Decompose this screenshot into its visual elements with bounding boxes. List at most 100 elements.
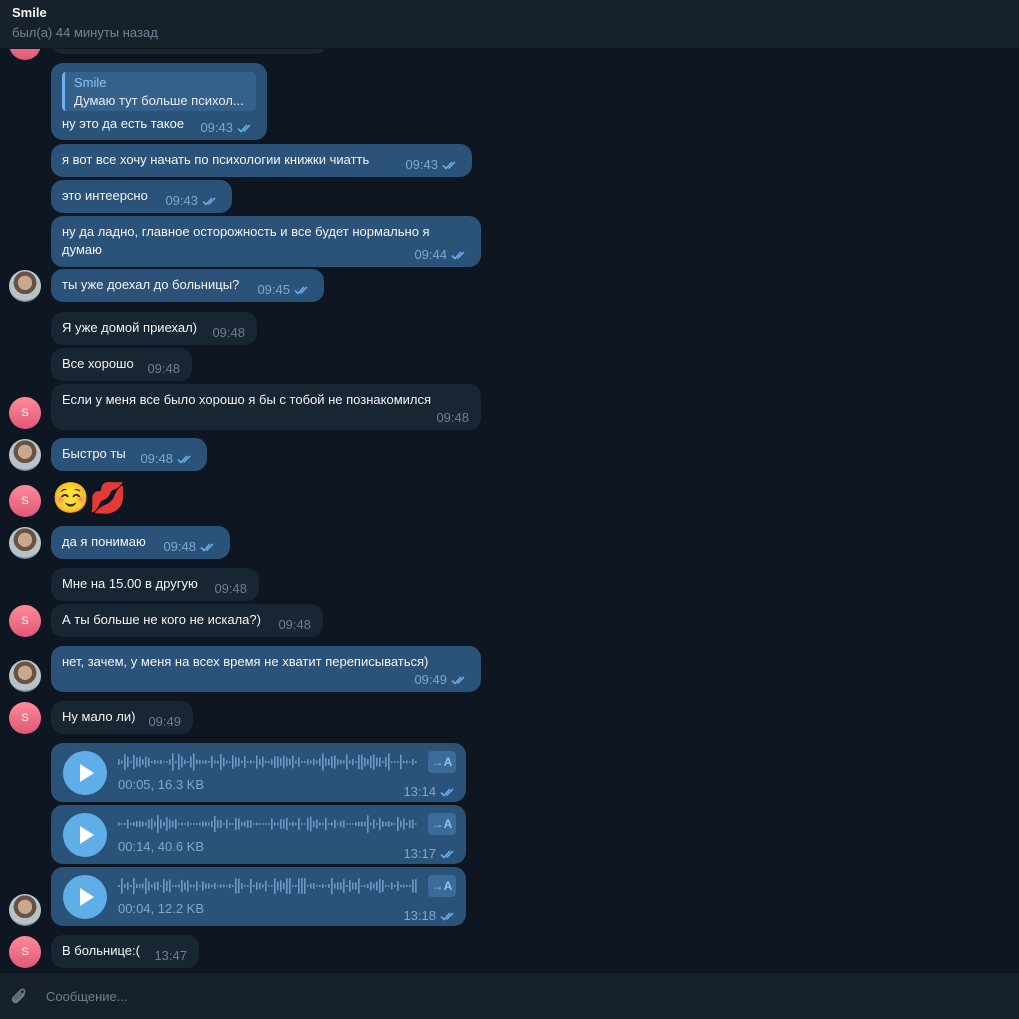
message-bubble-outgoing[interactable]: Быстро ты 09:48 xyxy=(51,438,207,471)
contact-avatar[interactable]: S xyxy=(9,397,41,429)
waveform-bar xyxy=(364,884,366,888)
my-avatar[interactable] xyxy=(9,527,41,559)
message-bubble-incoming[interactable]: Ну мало ли) 09:49 xyxy=(51,701,193,734)
message-bubble-outgoing[interactable]: это интеерсно 09:43 xyxy=(51,180,232,213)
waveform-bar xyxy=(166,817,168,831)
message-time: 09:45 xyxy=(257,282,290,297)
waveform-bar xyxy=(283,882,285,890)
message-meta: 09:49 xyxy=(414,671,469,689)
waveform-bar xyxy=(379,818,381,830)
waveform-bar xyxy=(136,757,138,767)
waveform-bar xyxy=(256,755,258,769)
message-text: это интеерсно xyxy=(62,188,148,203)
message-text: да я понимаю xyxy=(62,534,146,549)
waveform-bar xyxy=(160,819,162,829)
double-check-icon xyxy=(442,161,456,170)
waveform-bar xyxy=(193,823,195,825)
waveform[interactable] xyxy=(118,751,418,773)
voice-duration-size: 00:04, 12.2 KB xyxy=(118,901,205,916)
waveform-bar xyxy=(181,756,183,768)
voice-message[interactable]: 00:05, 16.3 KB →A 13:14 xyxy=(51,743,466,802)
waveform-bar xyxy=(208,822,210,826)
reply-quote[interactable]: Smile Думаю тут больше психол... xyxy=(62,72,256,111)
waveform-bar xyxy=(385,885,387,887)
waveform[interactable] xyxy=(118,813,418,835)
waveform-bar xyxy=(136,820,138,828)
transcribe-button[interactable]: →A xyxy=(428,813,456,835)
waveform-bar xyxy=(328,823,330,825)
contact-name[interactable]: Smile xyxy=(12,5,47,20)
waveform-bar xyxy=(355,882,357,890)
transcribe-button[interactable]: →A xyxy=(428,751,456,773)
waveform-bar xyxy=(409,884,411,888)
my-avatar[interactable] xyxy=(9,439,41,471)
message-bubble-outgoing[interactable]: нет, зачем, у меня на всех время не хват… xyxy=(51,646,481,692)
waveform-bar xyxy=(160,760,162,764)
paperclip-icon[interactable] xyxy=(8,986,30,1008)
message-input[interactable] xyxy=(46,981,946,1011)
emoji-message[interactable]: ☺️💋 xyxy=(52,481,127,517)
message-time: 09:49 xyxy=(414,672,447,687)
contact-avatar[interactable]: S xyxy=(9,485,41,517)
message-text: Мне на 15.00 в другую xyxy=(62,576,198,591)
waveform[interactable] xyxy=(118,875,418,897)
message-bubble-incoming[interactable]: Если у меня все было хорошо я бы с тобой… xyxy=(51,384,481,430)
message-time: 09:48 xyxy=(214,581,247,596)
waveform-bar xyxy=(256,882,258,890)
waveform-bar xyxy=(220,754,222,770)
waveform-bar xyxy=(121,760,123,764)
message-list[interactable]: Smile Думаю тут больше психол... ну это … xyxy=(0,49,1019,972)
play-button[interactable] xyxy=(63,751,107,795)
waveform-bar xyxy=(247,761,249,763)
message-time: 13:17 xyxy=(403,846,436,861)
message-bubble-incoming[interactable]: А ты больше не кого не искала?) 09:48 xyxy=(51,604,323,637)
waveform-bar xyxy=(301,878,303,894)
message-bubble-outgoing[interactable]: ты уже доехал до больницы? 09:45 xyxy=(51,269,324,302)
waveform-bar xyxy=(142,821,144,827)
waveform-bar xyxy=(382,821,384,827)
waveform-bar xyxy=(169,819,171,829)
message-text: Я уже домой приехал) xyxy=(62,320,198,335)
waveform-bar xyxy=(325,757,327,767)
waveform-bar xyxy=(208,761,210,763)
waveform-bar xyxy=(397,817,399,831)
message-bubble-outgoing[interactable]: да я понимаю 09:48 xyxy=(51,526,230,559)
message-bubble-incoming[interactable]: Я уже домой приехал) 09:48 xyxy=(51,312,257,345)
waveform-bar xyxy=(196,881,198,891)
message-bubble-outgoing[interactable]: ну да ладно, главное осторожность и все … xyxy=(51,216,481,267)
waveform-bar xyxy=(211,755,213,769)
transcribe-button[interactable]: →A xyxy=(428,875,456,897)
waveform-bar xyxy=(181,879,183,893)
my-avatar[interactable] xyxy=(9,270,41,302)
contact-avatar[interactable]: S xyxy=(9,936,41,968)
waveform-bar xyxy=(133,754,135,770)
waveform-bar xyxy=(319,885,321,887)
contact-avatar[interactable]: S xyxy=(9,605,41,637)
play-button[interactable] xyxy=(63,813,107,857)
message-bubble-incoming[interactable]: В больнице:( 13:47 xyxy=(51,935,199,968)
waveform-bar xyxy=(214,815,216,833)
waveform-bar xyxy=(121,823,123,825)
message-text: ты уже доехал до больницы? xyxy=(62,277,240,292)
waveform-bar xyxy=(289,822,291,826)
waveform-bar xyxy=(277,881,279,891)
double-check-icon xyxy=(451,251,465,260)
waveform-bar xyxy=(163,761,165,763)
message-bubble-outgoing[interactable]: Smile Думаю тут больше психол... ну это … xyxy=(51,63,267,140)
contact-avatar[interactable] xyxy=(9,49,41,60)
message-bubble-incoming[interactable]: Мне на 15.00 в другую 09:48 xyxy=(51,568,259,601)
message-bubble-incoming[interactable]: Все хорошо 09:48 xyxy=(51,348,192,381)
play-button[interactable] xyxy=(63,875,107,919)
waveform-bar xyxy=(274,822,276,826)
voice-message[interactable]: 00:14, 40.6 KB →A 13:17 xyxy=(51,805,466,864)
my-avatar[interactable] xyxy=(9,660,41,692)
message-bubble-outgoing[interactable]: я вот все хочу начать по психологии книж… xyxy=(51,144,472,177)
chat-header[interactable]: Smile был(а) 44 минуты назад xyxy=(0,0,1019,49)
double-check-icon xyxy=(294,286,308,295)
voice-message[interactable]: 00:04, 12.2 KB →A 13:18 xyxy=(51,867,466,926)
waveform-bar xyxy=(154,821,156,827)
my-avatar[interactable] xyxy=(9,894,41,926)
waveform-bar xyxy=(307,817,309,831)
contact-avatar[interactable]: S xyxy=(9,702,41,734)
waveform-bar xyxy=(316,819,318,829)
